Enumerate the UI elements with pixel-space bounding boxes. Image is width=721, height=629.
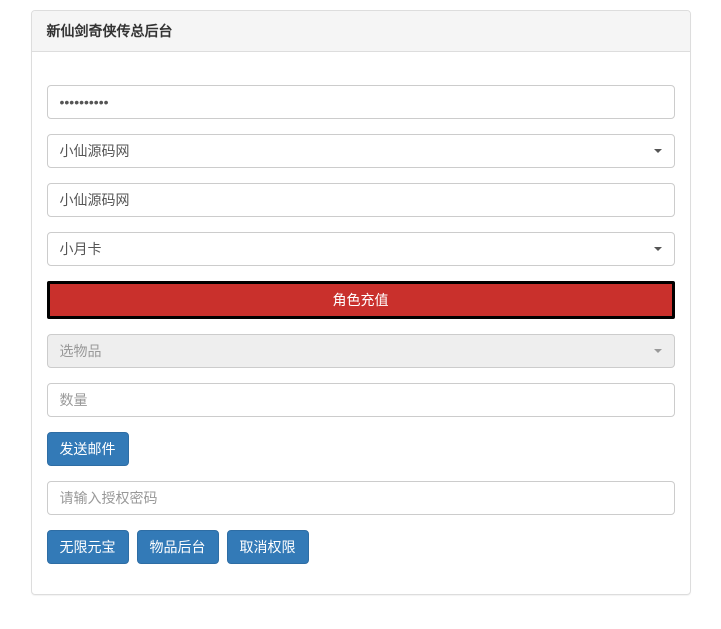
caret-down-icon [654, 149, 662, 153]
password-input[interactable] [47, 85, 675, 119]
panel-body: 小仙源码网 小月卡 角色充值 选物品 发送邮件 [32, 52, 690, 594]
panel-title: 新仙剑奇侠传总后台 [32, 11, 690, 52]
server-select-label: 小仙源码网 [60, 141, 130, 161]
send-mail-button[interactable]: 发送邮件 [47, 432, 129, 466]
caret-down-icon [654, 247, 662, 251]
card-select-label: 小月卡 [60, 239, 102, 259]
cancel-permission-button[interactable]: 取消权限 [227, 530, 309, 564]
item-select[interactable]: 选物品 [47, 334, 675, 368]
recharge-button[interactable]: 角色充值 [47, 281, 675, 319]
card-select[interactable]: 小月卡 [47, 232, 675, 266]
admin-panel: 新仙剑奇侠传总后台 小仙源码网 小月卡 角色充值 选物品 [31, 10, 691, 595]
item-select-placeholder: 选物品 [60, 341, 102, 361]
unlimited-gold-button[interactable]: 无限元宝 [47, 530, 129, 564]
server-select[interactable]: 小仙源码网 [47, 134, 675, 168]
auth-password-input[interactable] [47, 481, 675, 515]
name-input[interactable] [47, 183, 675, 217]
quantity-input[interactable] [47, 383, 675, 417]
item-backend-button[interactable]: 物品后台 [137, 530, 219, 564]
caret-down-icon [654, 349, 662, 353]
